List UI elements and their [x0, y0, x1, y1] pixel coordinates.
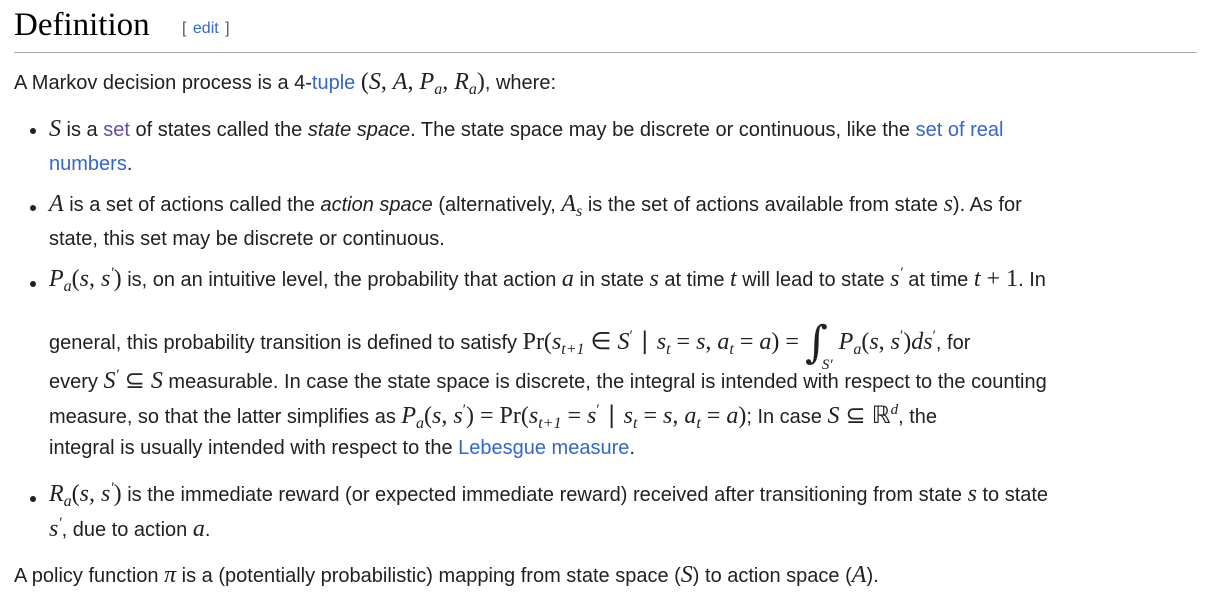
math-Ra: Ra(s, s′): [49, 480, 122, 510]
action-space-term: action space: [320, 194, 433, 216]
math-S: S: [49, 116, 61, 142]
intro-text: A Markov decision process is a 4-: [14, 72, 312, 94]
math-transition-integral: Pr(st+1 ∈ S′ ∣ st = s, at = a) = ∫S′Pa(s…: [522, 317, 936, 373]
bullet: [30, 281, 36, 287]
policy-paragraph: A policy function π is a (potentially pr…: [14, 562, 879, 588]
math-A: A: [49, 191, 64, 217]
state-space-term: state space: [307, 119, 411, 141]
set-link[interactable]: set: [103, 119, 130, 141]
intro-paragraph: A Markov decision process is a 4-tuple (…: [14, 68, 556, 104]
math-As: As: [561, 191, 583, 220]
intro-where: , where:: [484, 72, 557, 94]
math-Pa: Pa(s, s′): [49, 265, 122, 295]
real-numbers-link-cont[interactable]: numbers: [49, 153, 127, 175]
math-discrete: Pa(s, s′) = Pr(st+1 = s′ ∣ st = s, at = …: [401, 402, 747, 432]
bullet: [30, 205, 36, 211]
bullet: [30, 496, 36, 502]
edit-bracket-close: ]: [225, 20, 230, 37]
real-numbers-link[interactable]: set of real: [916, 119, 1004, 141]
section-title: Definition: [14, 7, 150, 43]
section-heading: Definition [ edit ]: [14, 6, 1197, 53]
article-section: Definition [ edit ] A Markov decision pr…: [0, 0, 1210, 604]
math-pi: π: [164, 562, 177, 588]
bullet: [30, 128, 36, 134]
edit-link[interactable]: edit: [193, 20, 219, 37]
edit-section: [ edit ]: [182, 19, 230, 39]
edit-bracket-open: [: [182, 20, 187, 37]
math-tuple: (S, A, Pa, Ra): [360, 69, 485, 98]
tuple-link[interactable]: tuple: [312, 72, 355, 94]
lebesgue-measure-link[interactable]: Lebesgue measure: [458, 437, 629, 459]
